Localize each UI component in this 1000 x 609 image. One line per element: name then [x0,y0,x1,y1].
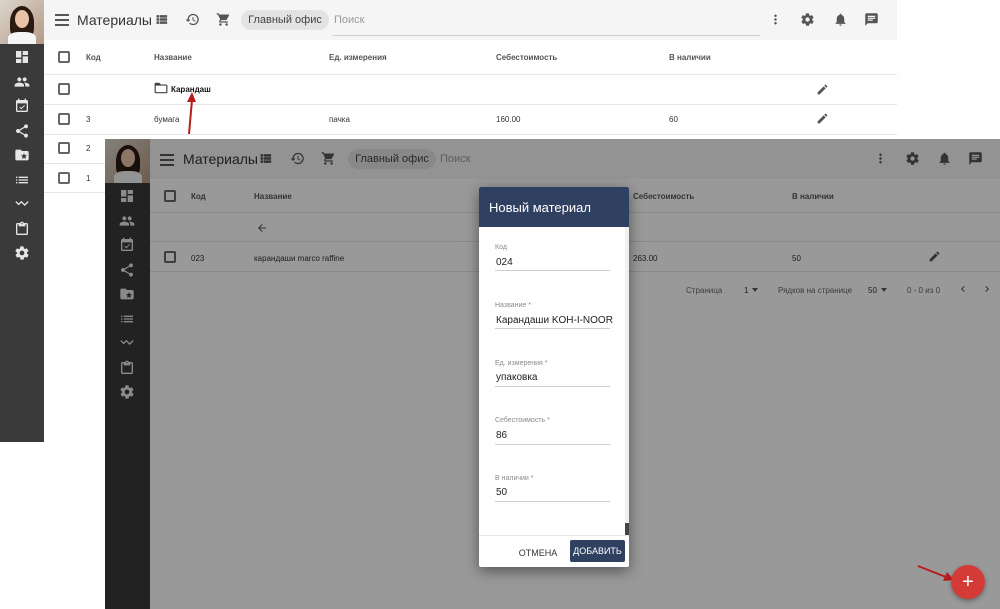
unit-field[interactable]: упаковка [496,372,538,383]
list-icon[interactable] [13,171,31,189]
row-checkbox[interactable] [58,142,70,154]
cell-name: бумага [154,115,180,124]
cart-icon[interactable] [216,12,231,27]
col-header-stock[interactable]: В наличии [669,53,711,62]
select-all-checkbox[interactable] [58,51,70,63]
people-icon[interactable] [13,73,31,91]
unit-label: Ед. измерения * [495,360,548,367]
chat-icon[interactable] [864,12,879,27]
stock-label: В наличии * [495,475,534,482]
dashboard-icon[interactable] [13,48,31,66]
cell-code: 2 [86,144,91,153]
cell-code: 3 [86,115,91,124]
folder-star-icon[interactable] [13,146,31,164]
clipboard-icon[interactable] [13,220,31,238]
annotation-arrow-fab [917,565,954,581]
edit-icon[interactable] [816,83,829,96]
dialog-scrollbar[interactable] [625,227,629,535]
col-header-cost[interactable]: Себестоимость [496,53,557,62]
code-label: Код [495,244,507,251]
cell-code: 1 [86,174,91,183]
more-vert-icon[interactable] [768,12,783,27]
cancel-button[interactable]: ОТМЕНА [515,543,561,563]
bell-icon[interactable] [833,12,848,27]
gear-icon[interactable] [800,12,815,27]
name-field[interactable]: Карандаши KOH-I-NOOR [496,315,613,326]
annotation-arrow-folder [187,92,196,135]
history-icon[interactable] [185,12,200,27]
code-field[interactable]: 024 [496,257,513,268]
avatar[interactable] [0,0,44,44]
search-input[interactable]: Поиск [334,14,364,26]
cost-field[interactable]: 86 [496,430,507,441]
calendar-check-icon[interactable] [13,97,31,115]
top-bar: Материалы Главный офис Поиск [44,0,897,40]
col-header-unit[interactable]: Ед. измерения [329,53,387,62]
settings-icon[interactable] [13,244,31,262]
cell-stock: 60 [669,115,678,124]
folder-icon [154,82,168,94]
sidebar [0,0,44,442]
page-title: Материалы [77,12,152,28]
view-list-icon[interactable] [154,12,169,27]
office-chip[interactable]: Главный офис [241,10,329,30]
new-material-dialog: Новый материал Код 024 Название * Каранд… [479,187,629,567]
col-header-name[interactable]: Название [154,53,192,62]
add-fab-button[interactable]: + [951,565,985,599]
row-checkbox[interactable] [58,172,70,184]
edit-icon[interactable] [816,112,829,125]
cost-label: Себестоимость * [495,417,550,424]
stock-field[interactable]: 50 [496,487,507,498]
share-icon[interactable] [13,122,31,140]
add-button[interactable]: ДОБАВИТЬ [570,540,625,562]
cell-unit: пачка [329,115,350,124]
cell-cost: 160.00 [496,115,521,124]
menu-icon[interactable] [55,14,69,26]
row-checkbox[interactable] [58,113,70,125]
trending-icon[interactable] [13,195,31,213]
name-label: Название * [495,302,531,309]
col-header-code[interactable]: Код [86,53,101,62]
search-underline [332,35,760,36]
row-checkbox[interactable] [58,83,70,95]
dialog-title: Новый материал [479,187,629,227]
